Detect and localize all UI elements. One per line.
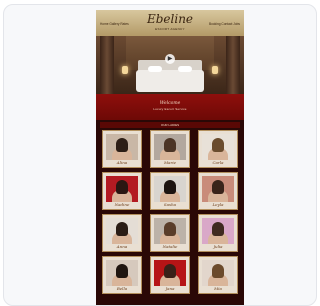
model-tile[interactable]: Carla [198,130,238,168]
model-hair [164,180,176,194]
banner-title: Welcome [159,101,181,106]
hero-pillar-right [226,36,240,94]
model-tile[interactable]: Sasha [150,172,190,210]
nav-right[interactable]: Booking Contact Jobs [209,22,240,26]
model-tile[interactable]: Natalie [150,214,190,252]
model-tile[interactable]: Mia [198,256,238,294]
model-photo[interactable] [106,134,138,160]
model-hair [164,264,176,278]
model-hair [164,222,176,236]
lamp-right [212,66,218,74]
model-hair [116,264,128,278]
hero-image: ▶ [96,36,244,94]
model-name[interactable]: Mia [199,286,237,291]
model-name[interactable]: Carla [199,160,237,165]
model-photo[interactable] [106,260,138,286]
model-photo[interactable] [154,134,186,160]
model-hair [212,138,224,152]
model-hair [164,138,176,152]
welcome-banner: Welcome Luxury Escort Service [96,94,244,120]
model-tile[interactable]: Nadine [102,172,142,210]
pillow-right [178,66,192,72]
model-name[interactable]: Natalie [151,244,189,249]
model-name[interactable]: Anna [103,244,141,249]
nav-left[interactable]: Home Gallery Rates [100,22,129,26]
model-tile[interactable]: Marie [150,130,190,168]
model-hair [212,222,224,236]
section-title: OUR LADIES [100,122,240,128]
model-hair [116,180,128,194]
model-photo[interactable] [154,218,186,244]
model-name[interactable]: Nadine [103,202,141,207]
model-tile[interactable]: Julia [198,214,238,252]
site-logo[interactable]: Ebeline [147,12,193,26]
model-name[interactable]: Sasha [151,202,189,207]
model-name[interactable]: Jana [151,286,189,291]
model-name[interactable]: Julia [199,244,237,249]
model-tile[interactable]: Anna [102,214,142,252]
model-hair [116,138,128,152]
model-name[interactable]: Leyla [199,202,237,207]
model-photo[interactable] [106,218,138,244]
model-hair [212,264,224,278]
model-name[interactable]: Marie [151,160,189,165]
model-hair [212,180,224,194]
model-name[interactable]: Bella [103,286,141,291]
model-photo[interactable] [202,176,234,202]
lamp-left [122,66,128,74]
site-header: Home Gallery Rates Ebeline ESCORT AGENCY… [96,10,244,36]
preview-card[interactable]: Home Gallery Rates Ebeline ESCORT AGENCY… [3,4,317,306]
model-tile[interactable]: Alina [102,130,142,168]
hero-pillar-left [100,36,114,94]
model-photo[interactable] [154,260,186,286]
bed [136,70,204,92]
model-tile[interactable]: Bella [102,256,142,294]
model-photo[interactable] [106,176,138,202]
website-preview: Home Gallery Rates Ebeline ESCORT AGENCY… [96,10,244,305]
site-logo-subtitle: ESCORT AGENCY [155,27,185,31]
model-photo[interactable] [202,134,234,160]
model-tile[interactable]: Leyla [198,172,238,210]
model-grid: Alina Marie Carla Nadine Sasha Leyla Anna Natal… [102,130,238,294]
model-photo[interactable] [154,176,186,202]
pillow-left [148,66,162,72]
model-hair [116,222,128,236]
model-photo[interactable] [202,218,234,244]
model-tile[interactable]: Jana [150,256,190,294]
play-icon[interactable]: ▶ [165,54,175,64]
model-photo[interactable] [202,260,234,286]
model-name[interactable]: Alina [103,160,141,165]
banner-subtitle: Luxury Escort Service [153,107,187,111]
